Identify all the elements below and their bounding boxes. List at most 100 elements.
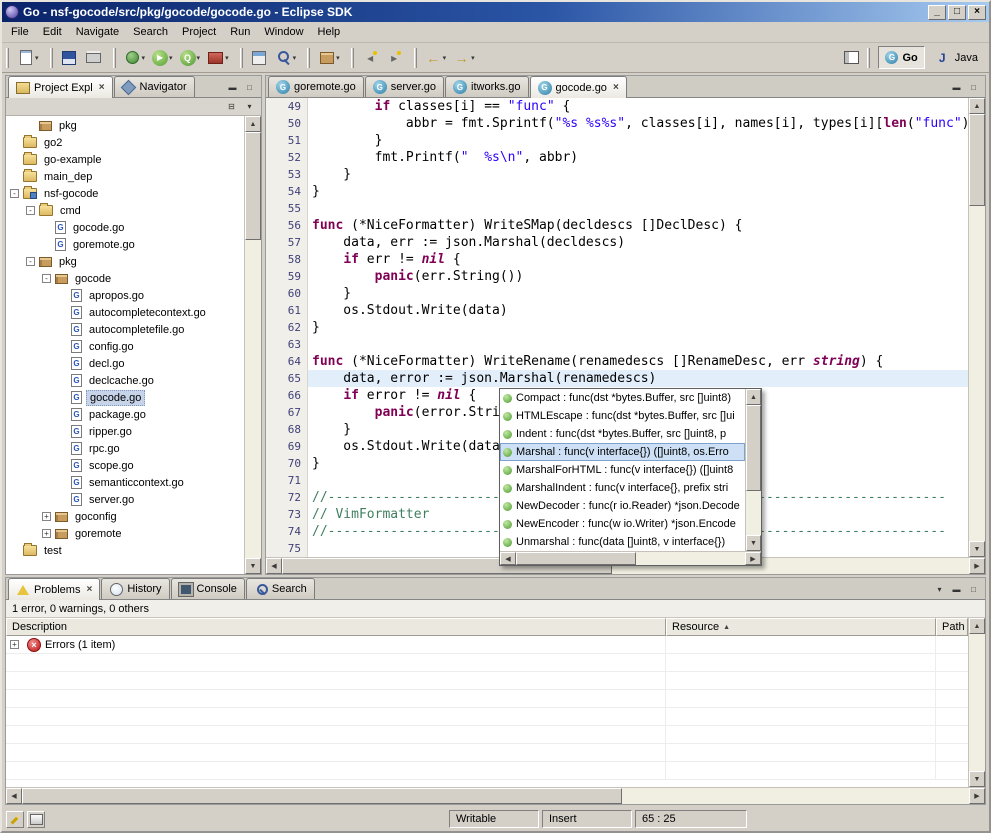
- scroll-up-icon[interactable]: ▲: [245, 116, 261, 132]
- tree-item-apropos-go[interactable]: Gapropos.go: [6, 287, 244, 304]
- print-button[interactable]: [82, 46, 105, 69]
- scroll-down-icon[interactable]: ▼: [969, 541, 985, 557]
- dropdown-arrow-icon[interactable]: ▾: [35, 54, 39, 62]
- explorer-vertical-scrollbar[interactable]: ▲ ▼: [244, 116, 261, 574]
- tree-item-package-go[interactable]: Gpackage.go: [6, 406, 244, 423]
- scrollbar-thumb[interactable]: [516, 552, 636, 565]
- view-menu-icon[interactable]: ▾: [242, 100, 257, 114]
- tree-item-gocode-go[interactable]: Ggocode.go: [6, 219, 244, 236]
- titlebar[interactable]: Go - nsf-gocode/src/pkg/gocode/gocode.go…: [2, 2, 989, 22]
- menu-run[interactable]: Run: [223, 23, 257, 41]
- tree-item-declcache-go[interactable]: Gdeclcache.go: [6, 372, 244, 389]
- perspective-java[interactable]: Java: [927, 46, 985, 69]
- autocomplete-item-marshal[interactable]: Marshal : func(v interface{}) ([]uint8, …: [500, 443, 745, 461]
- code-line-61[interactable]: 61 os.Stdout.Write(data): [266, 302, 968, 319]
- scroll-right-icon[interactable]: ▶: [969, 558, 985, 574]
- code-line-63[interactable]: 63: [266, 336, 968, 353]
- tree-item-config-go[interactable]: Gconfig.go: [6, 338, 244, 355]
- view-maximize-icon[interactable]: □: [242, 80, 257, 94]
- menu-edit[interactable]: Edit: [36, 23, 69, 41]
- menu-file[interactable]: File: [4, 23, 36, 41]
- autocomplete-item-indent[interactable]: Indent : func(dst *bytes.Buffer, src []u…: [500, 425, 745, 443]
- tree-item-server-go[interactable]: Gserver.go: [6, 491, 244, 508]
- column-header-description[interactable]: Description: [6, 618, 666, 636]
- tree-item-gocode-go[interactable]: Ggocode.go: [6, 389, 244, 406]
- view-maximize-icon[interactable]: □: [966, 582, 981, 596]
- tree-item-scope-go[interactable]: Gscope.go: [6, 457, 244, 474]
- scroll-right-icon[interactable]: ▶: [745, 552, 761, 565]
- autocomplete-item-compact[interactable]: Compact : func(dst *bytes.Buffer, src []…: [500, 389, 745, 407]
- plus-expander-icon[interactable]: +: [42, 529, 51, 538]
- plus-expander-icon[interactable]: +: [10, 640, 19, 649]
- external-tools-button[interactable]: ▾: [204, 46, 232, 69]
- tree-item-autocompletefile-go[interactable]: Gautocompletefile.go: [6, 321, 244, 338]
- minus-expander-icon[interactable]: -: [10, 189, 19, 198]
- view-menu-icon[interactable]: ▾: [932, 582, 947, 596]
- scrollbar-track[interactable]: [22, 788, 969, 804]
- code-line-53[interactable]: 53 }: [266, 166, 968, 183]
- minus-expander-icon[interactable]: -: [26, 206, 35, 215]
- scroll-down-icon[interactable]: ▼: [245, 558, 261, 574]
- autocomplete-item-marshalindent[interactable]: MarshalIndent : func(v interface{}, pref…: [500, 479, 745, 497]
- code-line-55[interactable]: 55: [266, 200, 968, 217]
- scroll-up-icon[interactable]: ▲: [746, 389, 761, 405]
- code-line-64[interactable]: 64func (*NiceFormatter) WriteRename(rena…: [266, 353, 968, 370]
- run-button[interactable]: ▾: [149, 47, 176, 69]
- view-tab-search[interactable]: Search: [246, 578, 315, 599]
- tree-item-pkg[interactable]: pkg: [6, 117, 244, 134]
- menu-project[interactable]: Project: [175, 23, 223, 41]
- scroll-down-icon[interactable]: ▼: [969, 771, 985, 787]
- editor-maximize-icon[interactable]: □: [966, 80, 981, 94]
- fast-view-icon[interactable]: [6, 811, 24, 828]
- scrollbar-thumb[interactable]: [746, 405, 761, 491]
- problems-horizontal-scrollbar[interactable]: ◀ ▶: [6, 787, 985, 804]
- code-line-52[interactable]: 52 fmt.Printf(" %s\n", abbr): [266, 149, 968, 166]
- autocomplete-item-marshalforhtml[interactable]: MarshalForHTML : func(v interface{}) ([]…: [500, 461, 745, 479]
- tree-item-go-example[interactable]: go-example: [6, 151, 244, 168]
- dropdown-arrow-icon[interactable]: ▾: [225, 54, 229, 62]
- forward-button[interactable]: ▾: [450, 46, 478, 69]
- search-button[interactable]: ▾: [272, 46, 300, 69]
- debug-button[interactable]: ▾: [121, 46, 149, 69]
- previous-annotation-button[interactable]: [359, 46, 382, 69]
- tree-item-pkg[interactable]: -pkg: [6, 253, 244, 270]
- scrollbar-track[interactable]: [746, 405, 761, 535]
- collapse-all-icon[interactable]: ⊟: [224, 100, 239, 114]
- scrollbar-track[interactable]: [969, 634, 985, 771]
- scroll-up-icon[interactable]: ▲: [969, 618, 985, 634]
- popup-horizontal-scrollbar[interactable]: ◀ ▶: [500, 551, 761, 565]
- scrollbar-thumb[interactable]: [969, 114, 985, 206]
- code-line-58[interactable]: 58 if err != nil {: [266, 251, 968, 268]
- tree-item-go2[interactable]: go2: [6, 134, 244, 151]
- minus-expander-icon[interactable]: -: [26, 257, 35, 266]
- minus-expander-icon[interactable]: -: [42, 274, 51, 283]
- minimize-button[interactable]: _: [928, 5, 946, 20]
- problems-row-errors-1-item[interactable]: +×Errors (1 item): [6, 636, 968, 654]
- next-annotation-button[interactable]: [383, 46, 406, 69]
- close-button[interactable]: ×: [968, 5, 986, 20]
- scroll-left-icon[interactable]: ◀: [6, 788, 22, 804]
- plus-expander-icon[interactable]: +: [42, 512, 51, 521]
- scroll-left-icon[interactable]: ◀: [266, 558, 282, 574]
- scrollbar-thumb[interactable]: [245, 132, 261, 240]
- column-header-path[interactable]: Path: [936, 618, 968, 636]
- dropdown-arrow-icon[interactable]: ▾: [336, 54, 340, 62]
- new-package-button[interactable]: ▾: [315, 46, 343, 69]
- scroll-down-icon[interactable]: ▼: [746, 535, 761, 551]
- tree-item-main-dep[interactable]: main_dep: [6, 168, 244, 185]
- close-icon[interactable]: ×: [99, 82, 105, 93]
- save-button[interactable]: [58, 46, 81, 69]
- run-last-launched-button[interactable]: ▾: [177, 47, 204, 69]
- problems-vertical-scrollbar[interactable]: ▲ ▼: [968, 618, 985, 787]
- view-minimize-icon[interactable]: ▬: [949, 582, 964, 596]
- scrollbar-track[interactable]: [516, 552, 745, 565]
- code-line-59[interactable]: 59 panic(err.String()): [266, 268, 968, 285]
- perspective-go[interactable]: GGo: [878, 46, 924, 69]
- autocomplete-item-unmarshal[interactable]: Unmarshal : func(data []uint8, v interfa…: [500, 533, 745, 551]
- dropdown-arrow-icon[interactable]: ▾: [169, 54, 173, 62]
- new-wizard-button[interactable]: ▾: [14, 46, 42, 69]
- menu-search[interactable]: Search: [126, 23, 175, 41]
- editor-tab-itworks-go[interactable]: Gitworks.go: [445, 76, 529, 97]
- editor-layout-icon[interactable]: [27, 811, 45, 828]
- menu-navigate[interactable]: Navigate: [69, 23, 126, 41]
